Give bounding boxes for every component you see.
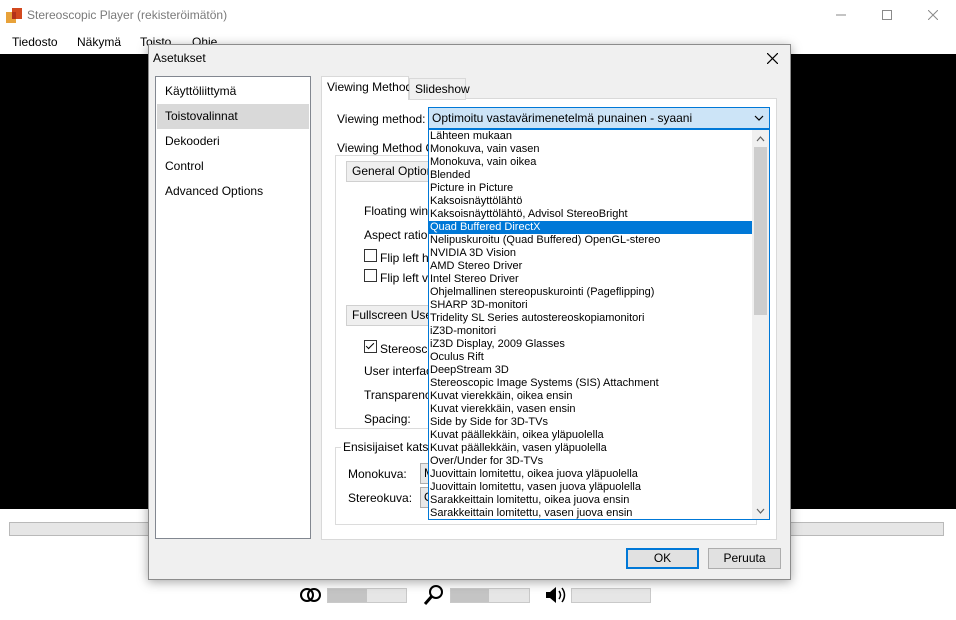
dropdown-option[interactable]: iZ3D-monitori xyxy=(429,325,752,338)
dropdown-option[interactable]: Kuvat päällekkäin, vasen yläpuolella xyxy=(429,442,752,455)
viewing-method-dropdown: Lähteen mukaan Monokuva, vain vasen Monoku… xyxy=(428,129,770,520)
chevron-down-icon xyxy=(756,508,765,514)
nav-item-user-interface[interactable]: Käyttöliittymä xyxy=(157,79,309,104)
dropdown-option[interactable]: Sarakkeittain lomitettu, oikea juova ens… xyxy=(429,494,752,507)
scrollbar-thumb[interactable] xyxy=(754,147,767,315)
floating-window-label: Floating wind xyxy=(364,204,435,218)
flip-left-vertical-checkbox[interactable] xyxy=(364,269,377,282)
dropdown-option[interactable]: Oculus Rift xyxy=(429,351,752,364)
flip-left-horizontal-checkbox[interactable] xyxy=(364,249,377,262)
app-logo-icon xyxy=(6,8,22,23)
dropdown-scrollbar[interactable] xyxy=(752,130,769,519)
user-interface-label: User interfac xyxy=(364,364,433,378)
stereoscopic-label: Stereosco xyxy=(380,342,435,356)
close-icon xyxy=(766,52,778,64)
maximize-button[interactable] xyxy=(864,0,910,30)
ok-button[interactable]: OK xyxy=(626,548,699,569)
nav-item-playback-options[interactable]: Toistovalinnat xyxy=(157,104,309,129)
dropdown-option[interactable]: Side by Side for 3D-TVs xyxy=(429,416,752,429)
mono-label: Monokuva: xyxy=(348,467,407,481)
transparency-label: Transparency xyxy=(364,388,437,402)
viewing-method-value: Optimoitu vastavärimenetelmä punainen - … xyxy=(432,111,693,125)
zoom-slider[interactable] xyxy=(450,588,530,603)
dropdown-option[interactable]: AMD Stereo Driver xyxy=(429,260,752,273)
minimize-icon xyxy=(836,14,846,16)
dropdown-option[interactable]: Stereoscopic Image Systems (SIS) Attachm… xyxy=(429,377,752,390)
dropdown-list: Lähteen mukaan Monokuva, vain vasen Monoku… xyxy=(429,130,752,519)
scroll-down-button[interactable] xyxy=(752,502,769,519)
stereo-glasses-icon[interactable] xyxy=(300,586,322,604)
volume-slider[interactable] xyxy=(571,588,651,603)
zoom-icon[interactable] xyxy=(423,584,445,606)
minimize-button[interactable] xyxy=(818,0,864,30)
dropdown-option[interactable]: Monokuva, vain vasen xyxy=(429,143,752,156)
dropdown-option[interactable]: Tridelity SL Series autostereoskopiamoni… xyxy=(429,312,752,325)
dropdown-option[interactable]: Kuvat vierekkäin, oikea ensin xyxy=(429,390,752,403)
dropdown-option[interactable]: Juovittain lomitettu, oikea juova yläpuo… xyxy=(429,468,752,481)
dropdown-option[interactable]: Picture in Picture xyxy=(429,182,752,195)
flip-left-vertical-label: Flip left ve xyxy=(380,271,435,285)
dropdown-option[interactable]: Sarakkeittain lomitettu, vasen juova ens… xyxy=(429,507,752,519)
dropdown-option[interactable]: Quad Buffered DirectX xyxy=(429,221,752,234)
menu-file[interactable]: Tiedosto xyxy=(12,35,58,49)
tab-slideshow[interactable]: Slideshow xyxy=(409,78,470,100)
stereoscopic-checkbox[interactable] xyxy=(364,340,377,353)
title-bar: Stereoscopic Player (rekisteröimätön) xyxy=(0,0,956,30)
settings-nav: Käyttöliittymä Toistovalinnat Dekooderi … xyxy=(155,76,311,539)
volume-icon[interactable] xyxy=(544,585,568,605)
close-window-button[interactable] xyxy=(910,0,956,30)
close-icon xyxy=(928,10,938,20)
spacing-label: Spacing: xyxy=(364,412,411,426)
stereo-slider[interactable] xyxy=(327,588,407,603)
dropdown-option[interactable]: Kaksoisnäyttölähtö xyxy=(429,195,752,208)
dropdown-option[interactable]: Monokuva, vain oikea xyxy=(429,156,752,169)
viewing-method-label: Viewing method: xyxy=(337,112,426,126)
zoom-slider-fill xyxy=(451,589,490,602)
nav-item-advanced-options[interactable]: Advanced Options xyxy=(157,179,309,204)
nav-item-control[interactable]: Control xyxy=(157,154,309,179)
dialog-close-button[interactable] xyxy=(756,45,788,71)
viewing-method-select[interactable]: Optimoitu vastavärimenetelmä punainen - … xyxy=(428,107,770,129)
stereo-slider-fill xyxy=(328,589,367,602)
chevron-down-icon xyxy=(754,115,764,121)
dropdown-option[interactable]: Kaksoisnäyttölähtö, Advisol StereoBright xyxy=(429,208,752,221)
dropdown-option[interactable]: Ohjelmallinen stereopuskurointi (Pagefli… xyxy=(429,286,752,299)
dropdown-option[interactable]: Kuvat vierekkäin, vasen ensin xyxy=(429,403,752,416)
dropdown-option[interactable]: Over/Under for 3D-TVs xyxy=(429,455,752,468)
maximize-icon xyxy=(882,10,892,20)
dropdown-option[interactable]: Juovittain lomitettu, vasen juova yläpuo… xyxy=(429,481,752,494)
aspect-ratio-label: Aspect ratio: xyxy=(364,228,431,242)
chevron-up-icon xyxy=(756,135,765,141)
cancel-button[interactable]: Peruuta xyxy=(708,548,781,569)
dropdown-option[interactable]: SHARP 3D-monitori xyxy=(429,299,752,312)
dropdown-option[interactable]: Intel Stereo Driver xyxy=(429,273,752,286)
window-title: Stereoscopic Player (rekisteröimätön) xyxy=(27,8,228,22)
nav-item-decoder[interactable]: Dekooderi xyxy=(157,129,309,154)
dropdown-option[interactable]: Nelipuskuroitu (Quad Buffered) OpenGL-st… xyxy=(429,234,752,247)
dropdown-option[interactable]: Blended xyxy=(429,169,752,182)
tab-viewing-method[interactable]: Viewing Method xyxy=(321,76,412,100)
dropdown-option[interactable]: DeepStream 3D xyxy=(429,364,752,377)
dropdown-option[interactable]: Kuvat päällekkäin, oikea yläpuolella xyxy=(429,429,752,442)
scroll-up-button[interactable] xyxy=(752,130,769,147)
dialog-title: Asetukset xyxy=(153,51,206,65)
dropdown-option[interactable]: iZ3D Display, 2009 Glasses xyxy=(429,338,752,351)
options-group-label: Viewing Method Op xyxy=(337,141,442,155)
dropdown-option[interactable]: Lähteen mukaan xyxy=(429,130,752,143)
stereo-label: Stereokuva: xyxy=(348,491,413,505)
dropdown-option[interactable]: NVIDIA 3D Vision xyxy=(429,247,752,260)
menu-view[interactable]: Näkymä xyxy=(77,35,121,49)
